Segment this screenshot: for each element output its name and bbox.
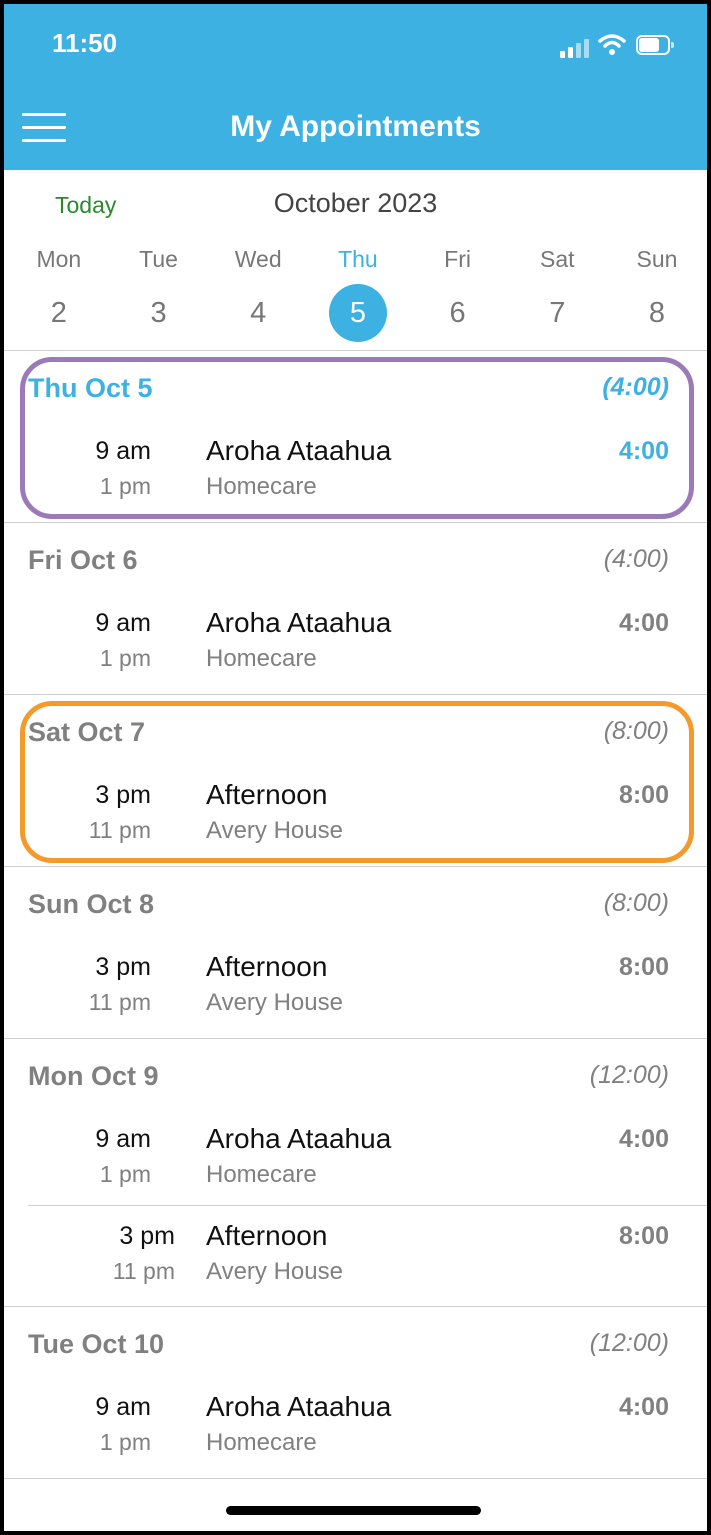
home-indicator[interactable] — [226, 1506, 481, 1515]
day-section: Thu Oct 5 (4:00) 9 am 1 pm Aroha Ataahua Home… — [4, 351, 707, 523]
appointment-row[interactable]: 9 am 1 pm Aroha Ataahua Homecare 4:00 — [4, 421, 707, 517]
client-name: Afternoon — [206, 1220, 328, 1251]
section-header: Sun Oct 8 (8:00) — [4, 867, 707, 937]
end-time: 11 pm — [88, 989, 151, 1015]
day-mon[interactable]: Mon 2 — [9, 244, 109, 344]
day-number: 8 — [648, 297, 666, 329]
battery-icon — [636, 35, 674, 55]
day-name: Mon — [36, 246, 82, 272]
section-total-hours: (12:00) — [589, 1061, 669, 1089]
start-time: 9 am — [95, 609, 151, 637]
client-name: Afternoon — [206, 951, 328, 982]
service-type: Homecare — [206, 645, 317, 672]
appointment-row[interactable]: 3 pm 11 pm Afternoon Avery House 8:00 — [4, 937, 707, 1033]
appointment-row[interactable]: 3 pm 11 pm Afternoon Avery House 8:00 — [4, 765, 707, 861]
day-section: Fri Oct 6 (4:00) 9 am 1 pm Aroha Ataahua Home… — [4, 523, 707, 695]
duration: 4:00 — [618, 1393, 669, 1421]
end-time: 1 pm — [99, 645, 151, 671]
day-name: Tue — [139, 246, 178, 272]
signal-icon — [560, 36, 592, 58]
section-date: Thu Oct 5 — [28, 373, 153, 403]
start-time: 9 am — [95, 1125, 151, 1153]
duration: 8:00 — [618, 781, 669, 809]
start-time: 3 pm — [95, 781, 151, 809]
client-name: Aroha Ataahua — [206, 1391, 392, 1422]
duration: 8:00 — [618, 953, 669, 981]
month-label: October 2023 — [273, 188, 438, 218]
day-fri[interactable]: Fri 6 — [408, 244, 508, 344]
day-name: Thu — [338, 246, 378, 272]
end-time: 11 pm — [112, 1258, 175, 1284]
day-number: 5 — [328, 284, 387, 342]
duration: 4:00 — [618, 609, 669, 637]
section-date: Sun Oct 8 — [28, 889, 155, 919]
day-number: 6 — [449, 297, 466, 329]
start-time: 3 pm — [95, 953, 151, 981]
page-title: My Appointments — [230, 110, 481, 143]
service-type: Homecare — [206, 1161, 317, 1188]
day-number: 2 — [50, 297, 67, 329]
section-header: Sat Oct 7 (8:00) — [4, 695, 707, 765]
section-date: Sat Oct 7 — [28, 717, 146, 747]
start-time: 3 pm — [119, 1222, 175, 1250]
client-name: Aroha Ataahua — [206, 435, 392, 466]
section-header: Tue Oct 10 (12:00) — [4, 1307, 707, 1377]
day-name: Fri — [444, 246, 471, 272]
day-number: 4 — [250, 297, 267, 329]
end-time: 1 pm — [99, 1429, 151, 1455]
start-time: 9 am — [95, 437, 151, 465]
section-total-hours: (12:00) — [589, 1329, 669, 1357]
status-time: 11:50 — [52, 28, 118, 58]
client-name: Aroha Ataahua — [206, 1123, 392, 1154]
service-type: Avery House — [206, 817, 343, 844]
day-number: 7 — [549, 297, 566, 329]
day-section: Sat Oct 7 (8:00) 3 pm 11 pm Afternoon Avery H… — [4, 695, 707, 867]
duration: 8:00 — [618, 1222, 669, 1250]
service-type: Homecare — [206, 473, 317, 500]
service-type: Avery House — [206, 1258, 343, 1285]
day-tue[interactable]: Tue 3 — [109, 244, 209, 344]
section-total-hours: (4:00) — [603, 545, 669, 573]
day-name: Sat — [540, 246, 575, 272]
wifi-icon — [598, 34, 626, 55]
duration: 4:00 — [618, 1125, 669, 1153]
appointment-row[interactable]: 9 am 1 pm Aroha Ataahua Homecare 4:00 — [4, 1377, 707, 1473]
week-strip: Mon 2 Tue 3 Wed 4 Thu 5 Fri 6 Sat 7 Sun 8 — [9, 244, 707, 344]
section-total-hours: (8:00) — [603, 889, 669, 917]
section-date: Mon Oct 9 — [28, 1061, 159, 1091]
service-type: Avery House — [206, 989, 343, 1016]
section-header: Mon Oct 9 (12:00) — [4, 1039, 707, 1109]
end-time: 1 pm — [99, 473, 151, 499]
end-time: 1 pm — [99, 1161, 151, 1187]
app-header: 11:50 My Appointments — [4, 4, 707, 170]
day-section: Sun Oct 8 (8:00) 3 pm 11 pm Afternoon Avery H… — [4, 867, 707, 1039]
day-sat[interactable]: Sat 7 — [507, 244, 607, 344]
day-number: 3 — [150, 297, 167, 329]
section-header: Fri Oct 6 (4:00) — [4, 523, 707, 593]
duration: 4:00 — [618, 437, 669, 465]
day-sun[interactable]: Sun 8 — [607, 244, 707, 344]
section-date: Tue Oct 10 — [28, 1329, 165, 1359]
day-name: Wed — [234, 246, 282, 272]
day-name: Sun — [636, 246, 678, 272]
day-wed[interactable]: Wed 4 — [208, 244, 308, 344]
appointment-list: Thu Oct 5 (4:00) 9 am 1 pm Aroha Ataahua Home… — [4, 351, 707, 1479]
client-name: Aroha Ataahua — [206, 607, 392, 638]
end-time: 11 pm — [88, 817, 151, 843]
client-name: Afternoon — [206, 779, 328, 810]
phone-screen: 11:50 My Appointments Today October 2023… — [4, 4, 707, 1531]
appointment-row[interactable]: 9 am 1 pm Aroha Ataahua Homecare 4:00 — [4, 1109, 707, 1205]
service-type: Homecare — [206, 1429, 317, 1456]
appointment-row[interactable]: 9 am 1 pm Aroha Ataahua Homecare 4:00 — [4, 593, 707, 689]
day-section: Mon Oct 9 (12:00) 9 am 1 pm Aroha Ataahua Hom… — [4, 1039, 707, 1307]
day-thu[interactable]: Thu 5 — [308, 244, 408, 344]
day-section: Tue Oct 10 (12:00) 9 am 1 pm Aroha Ataahua Ho… — [4, 1307, 707, 1479]
appointment-row[interactable]: 3 pm 11 pm Afternoon Avery House 8:00 — [28, 1205, 707, 1301]
section-date: Fri Oct 6 — [28, 545, 138, 575]
section-total-hours: (4:00) — [602, 373, 669, 401]
section-total-hours: (8:00) — [603, 717, 669, 745]
start-time: 9 am — [95, 1393, 151, 1421]
section-header: Thu Oct 5 (4:00) — [4, 351, 707, 421]
